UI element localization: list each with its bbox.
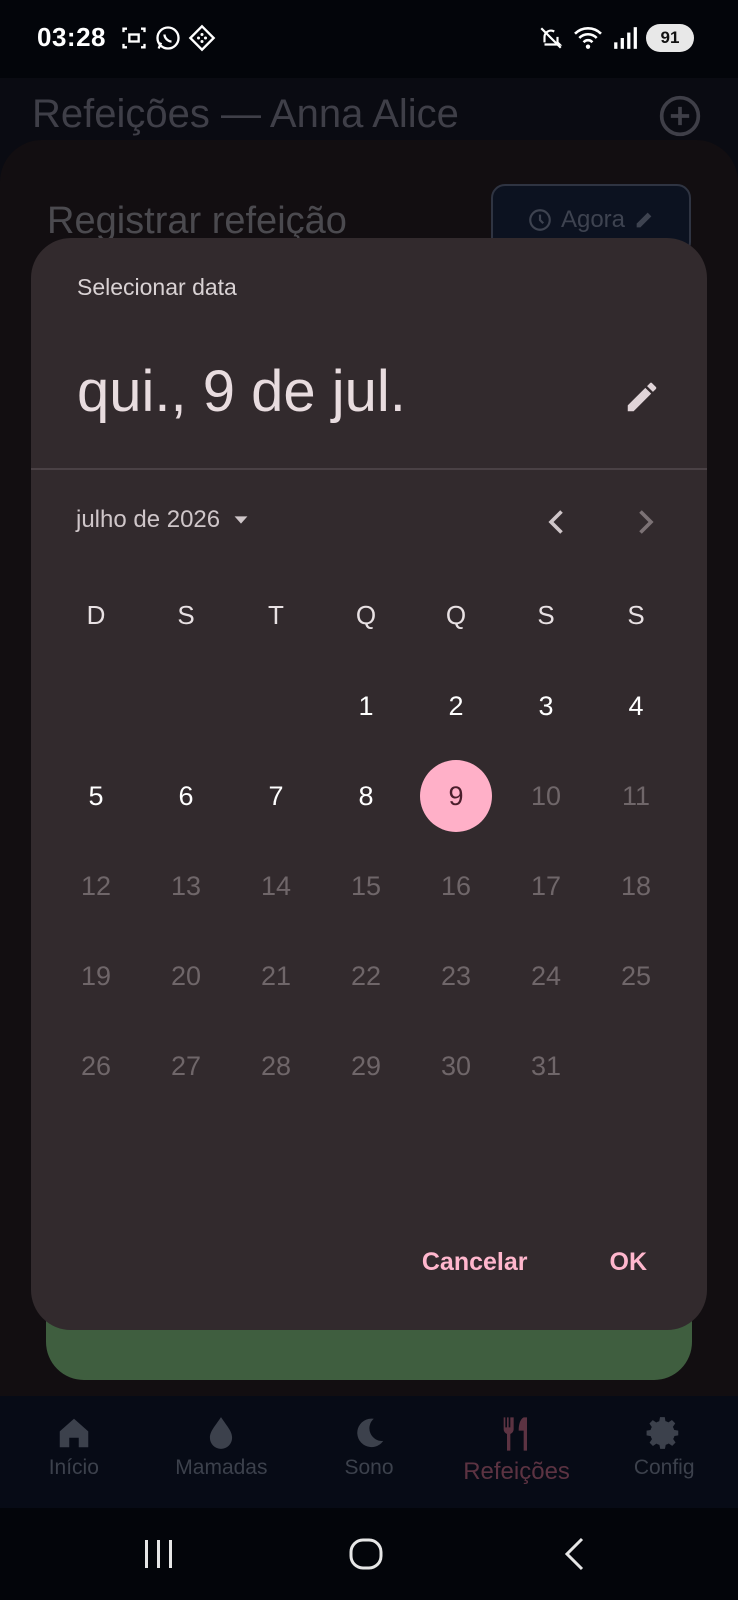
calendar-day[interactable]: 3: [501, 661, 591, 751]
previous-month-icon[interactable]: [539, 504, 575, 540]
utensils-icon: [503, 1417, 527, 1451]
calendar-day-disabled: 22: [350, 960, 382, 991]
nav-label-mamadas: Mamadas: [175, 1456, 268, 1479]
battery-indicator: 91: [646, 24, 694, 52]
status-left-icons: [120, 24, 216, 52]
selected-day-label: 9: [420, 760, 492, 832]
app-title: Refeições — Anna Alice: [32, 92, 459, 136]
calendar-empty-cell: [591, 1021, 681, 1111]
calendar-day[interactable]: 8: [321, 751, 411, 841]
calendar-day-disabled: 30: [440, 1050, 472, 1081]
recent-apps-icon[interactable]: [142, 1536, 176, 1572]
app-grid-icon: [188, 24, 216, 52]
month-year-selector[interactable]: julho de 2026: [76, 506, 252, 534]
calendar-day-disabled: 23: [440, 960, 472, 991]
gear-icon: [646, 1417, 679, 1449]
month-year-label: julho de 2026: [76, 506, 221, 533]
weekday-label: Q: [445, 599, 467, 630]
calendar-day[interactable]: 1: [321, 661, 411, 751]
calendar-week-row: 26 27 28 29 30 31: [51, 1021, 683, 1111]
clock-icon: [529, 209, 551, 231]
calendar-day-disabled: 29: [350, 1050, 382, 1081]
home-icon: [59, 1418, 89, 1448]
drop-icon: [210, 1417, 233, 1449]
dialog-actions: Cancelar OK: [422, 1248, 647, 1277]
status-bar: 03:28 91: [0, 0, 738, 78]
wifi-icon: [574, 27, 602, 49]
calendar-day[interactable]: 5: [51, 751, 141, 841]
home-button-icon[interactable]: [348, 1536, 384, 1572]
nav-item-mamadas[interactable]: Mamadas: [148, 1396, 296, 1508]
signal-icon: [614, 27, 637, 49]
edit-date-icon[interactable]: [623, 378, 661, 416]
calendar-week-row: 5 6 7 8 9 10 11: [51, 751, 683, 841]
cancel-button[interactable]: Cancelar: [422, 1248, 528, 1277]
system-nav-bar: [0, 1508, 738, 1600]
nav-label-sono: Sono: [344, 1456, 394, 1479]
calendar-day[interactable]: 7: [231, 751, 321, 841]
nav-label-refeicoes: Refeições: [463, 1458, 570, 1485]
status-right-icons: 91: [538, 24, 694, 52]
date-picker-dialog: Selecionar data qui., 9 de jul. julho de…: [31, 238, 707, 1330]
calendar-day-disabled: 12: [80, 870, 112, 901]
calendar-day[interactable]: 4: [591, 661, 681, 751]
weekday-label: S: [627, 599, 645, 630]
weekday-label: S: [537, 599, 555, 630]
calendar-day-disabled: 27: [170, 1050, 202, 1081]
weekday-label: S: [177, 599, 195, 630]
pencil-icon: [636, 212, 652, 228]
calendar-empty-cell: [231, 661, 321, 751]
nav-label-config: Config: [633, 1456, 695, 1479]
calendar-day-disabled: 15: [350, 870, 382, 901]
whatsapp-icon: [156, 26, 180, 50]
calendar-day-disabled: 19: [80, 960, 112, 991]
calendar-day-disabled: 26: [80, 1050, 112, 1081]
nav-label-inicio: Início: [48, 1456, 99, 1479]
moon-icon: [357, 1418, 384, 1448]
calendar-week-row: 1 2 3 4: [51, 661, 683, 751]
ok-button[interactable]: OK: [610, 1248, 648, 1277]
now-chip-label: Agora: [560, 206, 626, 233]
calendar-day-disabled: 28: [260, 1050, 292, 1081]
nav-item-inicio[interactable]: Início: [0, 1396, 148, 1508]
weekday-label: D: [86, 599, 106, 630]
calendar-day[interactable]: 2: [411, 661, 501, 751]
mute-icon: [540, 27, 563, 49]
nav-item-config[interactable]: Config: [590, 1396, 738, 1508]
status-time: 03:28: [37, 22, 106, 52]
calendar-day-disabled: 10: [530, 780, 562, 811]
calendar-day-disabled: 17: [530, 870, 562, 901]
sheet-title: Registrar refeição: [47, 200, 347, 242]
calendar-day[interactable]: 6: [141, 751, 231, 841]
calendar-day-disabled: 24: [530, 960, 562, 991]
calendar-day-disabled: 18: [620, 870, 652, 901]
bottom-nav: Início Mamadas Sono Refeições Config: [0, 1396, 738, 1508]
calendar-day-disabled: 11: [621, 780, 651, 811]
weekday-header-row: D S T Q Q S S: [51, 570, 683, 660]
weekday-label: T: [268, 599, 284, 630]
calendar-week-row: 12 13 14 15 16 17 18: [51, 841, 683, 931]
header-divider: [31, 468, 707, 470]
calendar-day-disabled: 16: [440, 870, 472, 901]
calendar-day-disabled: 21: [260, 960, 292, 991]
calendar-day-disabled: 31: [530, 1050, 562, 1081]
calendar-day-disabled: 13: [170, 870, 202, 901]
nav-item-sono[interactable]: Sono: [295, 1396, 443, 1508]
calendar-day-disabled: 20: [170, 960, 202, 991]
dropdown-arrow-icon: [234, 516, 248, 524]
calendar-day-disabled: 25: [620, 960, 652, 991]
calendar-empty-cell: [51, 661, 141, 751]
screenshot-icon: [122, 27, 146, 49]
calendar-day-selected[interactable]: 9: [411, 751, 501, 841]
back-icon[interactable]: [560, 1536, 590, 1572]
dialog-heading: Selecionar data: [77, 274, 237, 300]
selected-date-headline: qui., 9 de jul.: [77, 359, 406, 424]
calendar-week-row: 19 20 21 22 23 24 25: [51, 931, 683, 1021]
weekday-label: Q: [355, 599, 377, 630]
nav-item-refeicoes[interactable]: Refeições: [443, 1396, 591, 1508]
calendar-empty-cell: [141, 661, 231, 751]
calendar-day-disabled: 14: [260, 870, 292, 901]
next-month-icon[interactable]: [627, 504, 663, 540]
add-circle-icon: [659, 95, 701, 137]
